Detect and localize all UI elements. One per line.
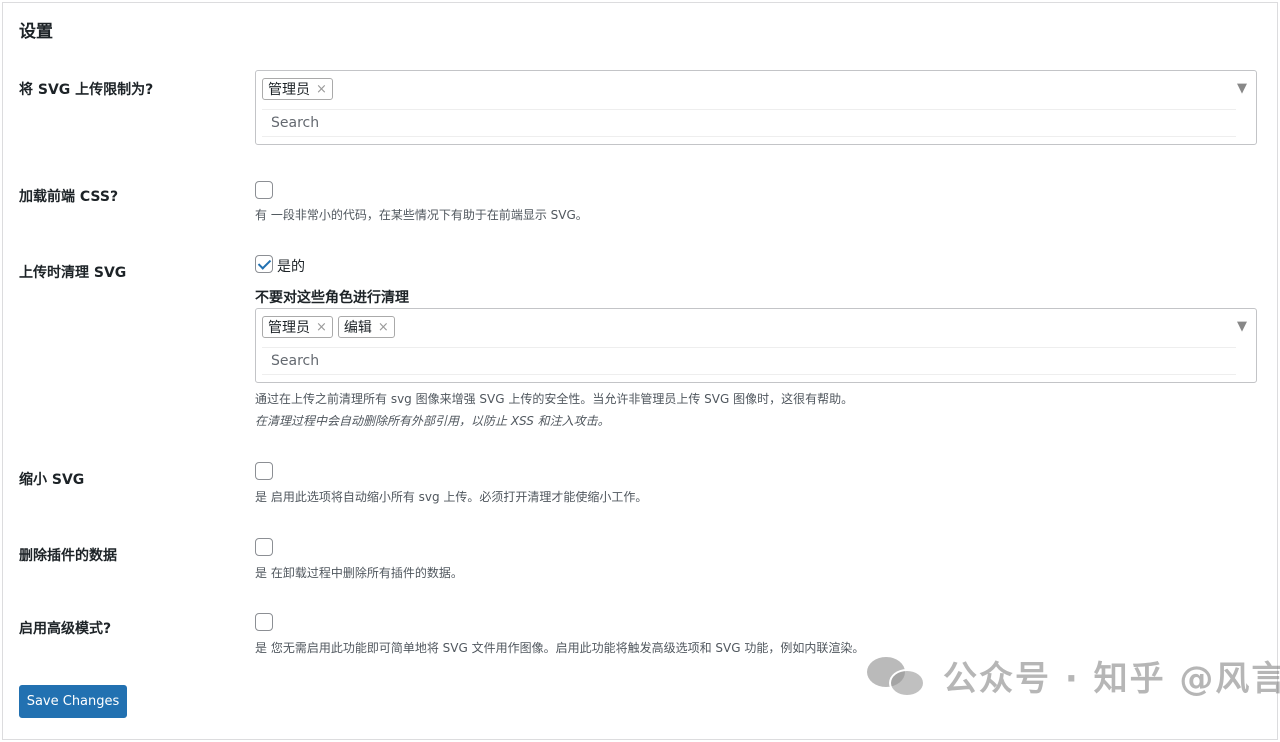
minify-label: 缩小 SVG — [19, 472, 85, 488]
remove-tag-icon[interactable]: × — [316, 320, 327, 335]
delete-data-description: 是 在卸载过程中删除所有插件的数据。 — [255, 566, 463, 580]
restrict-roles-search-input[interactable] — [262, 109, 1236, 137]
role-tag-editor: 编辑 × — [337, 316, 395, 338]
minify-checkbox[interactable] — [255, 462, 273, 480]
remove-tag-icon[interactable]: × — [378, 320, 389, 335]
sanitize-exclude-search-input[interactable] — [262, 347, 1236, 375]
dropdown-arrow-icon[interactable]: ▼ — [1237, 81, 1247, 96]
role-tag-label: 管理员 — [268, 82, 310, 98]
role-tag-label: 管理员 — [268, 320, 310, 336]
restrict-upload-label: 将 SVG 上传限制为? — [19, 82, 154, 98]
sanitize-note: 在清理过程中会自动删除所有外部引用，以防止 XSS 和注入攻击。 — [255, 414, 610, 428]
frontend-css-description: 有 一段非常小的代码，在某些情况下有助于在前端显示 SVG。 — [255, 208, 588, 222]
sanitize-exclude-roles-tags: 管理员 × 编辑 × — [262, 316, 395, 338]
delete-data-checkbox[interactable] — [255, 538, 273, 556]
watermark-text: 公众号 · 知乎 @风言 — [943, 659, 1280, 699]
role-tag-label: 编辑 — [343, 320, 372, 336]
sanitize-checkbox[interactable] — [255, 255, 273, 273]
restrict-roles-select[interactable]: 管理员 × ▼ — [255, 70, 1257, 145]
sanitize-exclude-roles-select[interactable]: 管理员 × 编辑 × ▼ — [255, 308, 1257, 383]
sanitize-description: 通过在上传之前清理所有 svg 图像来增强 SVG 上传的安全性。当允许非管理员… — [255, 392, 854, 406]
remove-tag-icon[interactable]: × — [316, 82, 327, 97]
frontend-css-label: 加载前端 CSS? — [19, 189, 119, 205]
settings-panel: 设置 将 SVG 上传限制为? 管理员 × ▼ 加载前端 CSS? 有 一段非常… — [2, 2, 1280, 740]
page-title: 设置 — [19, 22, 53, 42]
minify-description: 是 启用此选项将自动缩小所有 svg 上传。必须打开清理才能使缩小工作。 — [255, 490, 648, 504]
delete-data-label: 删除插件的数据 — [19, 548, 117, 564]
sanitize-checkbox-label[interactable]: 是的 — [277, 256, 305, 276]
wechat-icon — [865, 653, 929, 699]
save-changes-button[interactable]: Save Changes — [19, 685, 127, 718]
watermark: 公众号 · 知乎 @风言 — [865, 651, 1280, 700]
role-tag-admin: 管理员 × — [262, 316, 333, 338]
advanced-mode-label: 启用高级模式? — [19, 621, 112, 637]
advanced-mode-checkbox[interactable] — [255, 613, 273, 631]
advanced-mode-description: 是 您无需启用此功能即可简单地将 SVG 文件用作图像。启用此功能将触发高级选项… — [255, 641, 865, 655]
dropdown-arrow-icon[interactable]: ▼ — [1237, 319, 1247, 334]
role-tag-admin: 管理员 × — [262, 78, 333, 100]
sanitize-label: 上传时清理 SVG — [19, 265, 127, 281]
sanitize-exclude-heading: 不要对这些角色进行清理 — [255, 290, 409, 306]
frontend-css-checkbox[interactable] — [255, 181, 273, 199]
restrict-roles-tags: 管理员 × — [262, 78, 333, 100]
